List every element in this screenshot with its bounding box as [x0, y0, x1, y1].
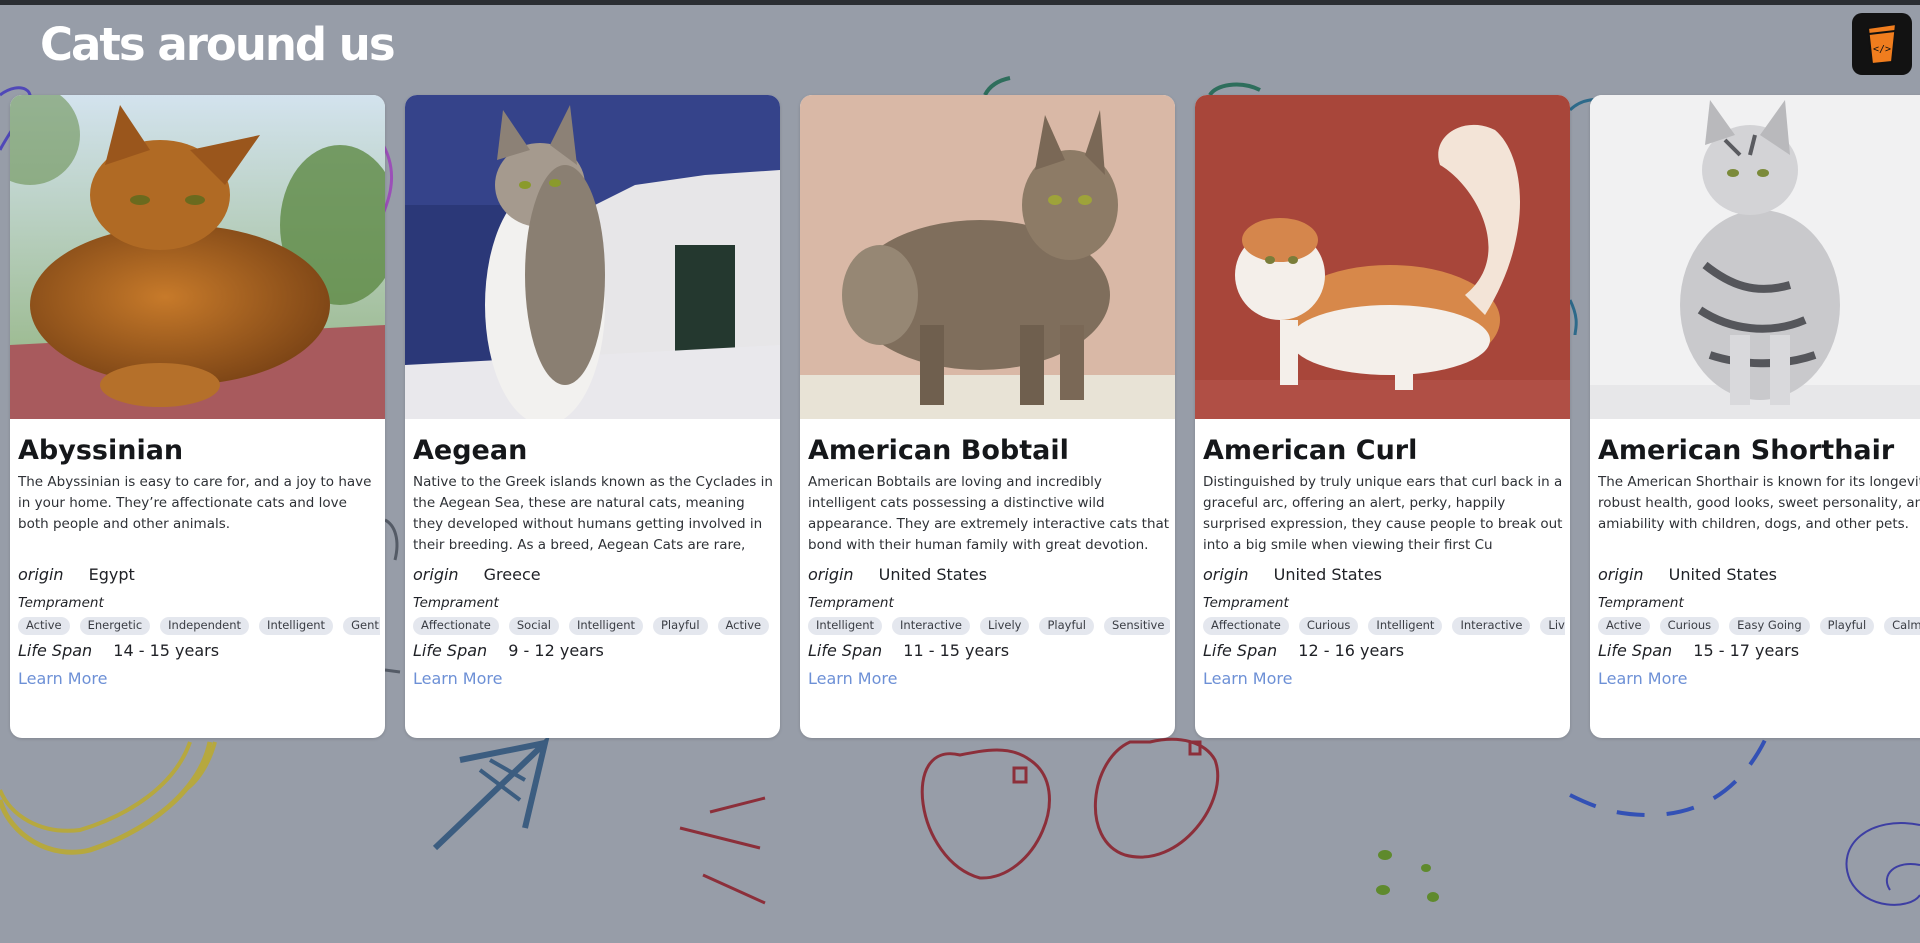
lifespan-value: 12 - 16 years [1298, 641, 1405, 660]
breed-photo [800, 95, 1175, 419]
breed-card-list: Abyssinian The Abyssinian is easy to car… [0, 0, 1920, 943]
origin-row: origin Egypt [18, 565, 135, 584]
temperament-chip: Playful [1039, 617, 1094, 635]
lifespan-row: Life Span 15 - 17 years [1598, 641, 1799, 660]
temperament-chip: Intelligent [1368, 617, 1443, 635]
learn-more-link[interactable]: Learn More [413, 669, 502, 688]
lifespan-label: Life Span [1598, 641, 1673, 660]
temperament-chip: Affectionate [1203, 617, 1289, 635]
lifespan-row: Life Span 12 - 16 years [1203, 641, 1404, 660]
origin-value: Greece [483, 565, 541, 584]
breed-card: Aegean Native to the Greek islands known… [405, 95, 780, 738]
breed-description: The American Shorthair is known for its … [1598, 474, 1920, 532]
temperament-chip: Playful [1819, 617, 1875, 635]
breed-description: The Abyssinian is easy to care for, and … [18, 474, 372, 532]
temperament-chip: Gentle [343, 617, 380, 635]
breed-description: Distinguished by truly unique ears that … [1203, 474, 1563, 553]
breed-card: American Bobtail American Bobtails are l… [800, 95, 1175, 738]
lifespan-row: Life Span 11 - 15 years [808, 641, 1009, 660]
temperament-chip: Active [18, 617, 70, 635]
origin-row: origin United States [808, 565, 987, 584]
lifespan-label: Life Span [1203, 641, 1278, 660]
breed-name: American Shorthair [1598, 435, 1895, 466]
origin-row: origin United States [1598, 565, 1777, 584]
breed-photo [405, 95, 780, 419]
breed-card: American Curl Distinguished by truly uni… [1195, 95, 1570, 738]
breed-photo [10, 95, 385, 419]
lifespan-value: 9 - 12 years [508, 641, 604, 660]
temperament-label: Temprament [18, 595, 104, 611]
origin-row: origin United States [1203, 565, 1382, 584]
temperament-label: Temprament [413, 595, 499, 611]
breed-card: American Shorthair The American Shorthai… [1590, 95, 1920, 738]
breed-description: American Bobtails are loving and incredi… [808, 474, 1170, 553]
breed-name: American Bobtail [808, 435, 1069, 466]
temperament-list: Affectionate Curious Intelligent Interac… [1203, 617, 1565, 635]
temperament-list: Affectionate Social Intelligent Playful … [413, 617, 775, 635]
temperament-label: Temprament [1598, 595, 1684, 611]
breed-description: Native to the Greek islands known as the… [413, 474, 773, 553]
lifespan-value: 11 - 15 years [903, 641, 1010, 660]
lifespan-row: Life Span 9 - 12 years [413, 641, 604, 660]
lifespan-value: 14 - 15 years [113, 641, 220, 660]
temperament-label: Temprament [808, 595, 894, 611]
temperament-list: Intelligent Interactive Lively Playful S… [808, 617, 1170, 635]
origin-value: United States [1273, 565, 1382, 584]
learn-more-link[interactable]: Learn More [18, 669, 107, 688]
temperament-chip: Independent [160, 617, 250, 635]
temperament-chip: Playful [653, 617, 708, 635]
temperament-chip: Affectionate [413, 617, 499, 635]
learn-more-link[interactable]: Learn More [1598, 669, 1687, 688]
origin-label: origin [413, 565, 459, 584]
breed-card: Abyssinian The Abyssinian is easy to car… [10, 95, 385, 738]
breed-photo [1590, 95, 1920, 419]
lifespan-row: Life Span 14 - 15 years [18, 641, 219, 660]
origin-value: Egypt [88, 565, 135, 584]
temperament-chip: Energetic [79, 617, 151, 635]
breed-name: Aegean [413, 435, 528, 466]
temperament-list: Active Curious Easy Going Playful Calm [1598, 617, 1920, 635]
breed-name: Abyssinian [18, 435, 184, 466]
temperament-chip: Interactive [1452, 617, 1531, 635]
temperament-chip: Lively [1540, 617, 1565, 635]
origin-row: origin Greece [413, 565, 541, 584]
temperament-chip: Interactive [892, 617, 970, 635]
temperament-chip: Intelligent [808, 617, 883, 635]
origin-label: origin [18, 565, 64, 584]
breed-name: American Curl [1203, 435, 1418, 466]
lifespan-value: 15 - 17 years [1693, 641, 1800, 660]
lifespan-label: Life Span [18, 641, 93, 660]
origin-value: United States [878, 565, 987, 584]
origin-label: origin [1598, 565, 1644, 584]
temperament-chip: Active [717, 617, 770, 635]
temperament-chip: Active [1598, 617, 1650, 635]
learn-more-link[interactable]: Learn More [808, 669, 897, 688]
lifespan-label: Life Span [413, 641, 488, 660]
temperament-chip: Intelligent [568, 617, 643, 635]
origin-label: origin [808, 565, 854, 584]
learn-more-link[interactable]: Learn More [1203, 669, 1292, 688]
temperament-chip: Social [508, 617, 559, 635]
temperament-chip: Easy Going [1729, 617, 1810, 635]
temperament-chip: Intelligent [259, 617, 334, 635]
origin-value: United States [1668, 565, 1777, 584]
origin-label: origin [1203, 565, 1249, 584]
temperament-chip: Calm [1884, 617, 1920, 635]
temperament-list: Active Energetic Independent Intelligent… [18, 617, 380, 635]
temperament-label: Temprament [1203, 595, 1289, 611]
temperament-chip: Curious [1298, 617, 1359, 635]
temperament-chip: Lively [979, 617, 1030, 635]
lifespan-label: Life Span [808, 641, 883, 660]
temperament-chip: Curious [1659, 617, 1720, 635]
breed-photo [1195, 95, 1570, 419]
temperament-chip: Sensitive [1103, 617, 1170, 635]
